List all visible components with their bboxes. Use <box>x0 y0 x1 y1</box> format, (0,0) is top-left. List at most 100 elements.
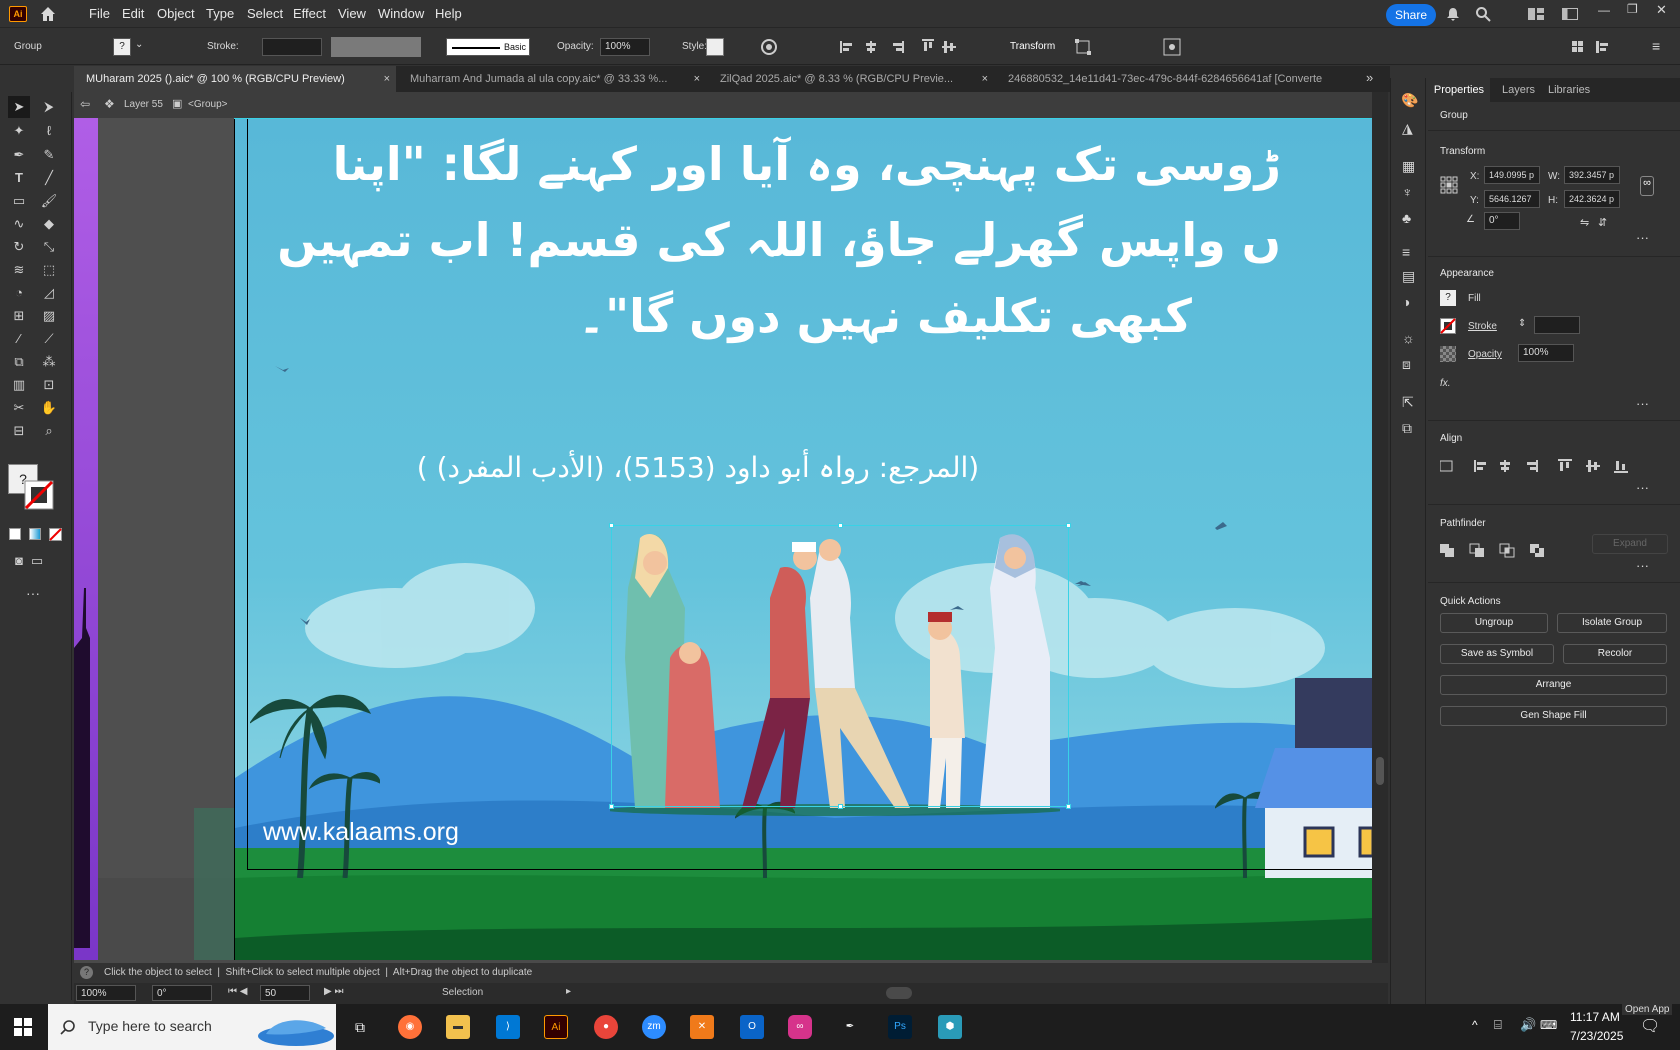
swatches-icon[interactable]: ▦ <box>1402 158 1415 175</box>
bell-icon[interactable] <box>1446 7 1460 21</box>
speaker-icon[interactable]: 🔊 <box>1520 1017 1536 1033</box>
align-icons[interactable] <box>840 39 970 55</box>
fx-button[interactable]: fx. <box>1440 378 1451 389</box>
menu-type[interactable]: Type <box>206 6 234 21</box>
mesh-tool-icon[interactable]: ⊞ <box>8 305 30 327</box>
vscode-icon[interactable]: ⟩ <box>496 1015 520 1039</box>
horizontal-scroll-thumb[interactable] <box>886 987 912 999</box>
free-transform-tool-icon[interactable]: ⬚ <box>38 259 60 281</box>
type-tool-icon[interactable]: T <box>8 167 30 189</box>
symbols-icon[interactable]: ♣ <box>1402 210 1411 226</box>
edit-toolbar-icon[interactable]: ··· <box>22 582 44 604</box>
zoom-field[interactable]: 100% <box>76 985 136 1001</box>
menu-edit[interactable]: Edit <box>122 6 144 21</box>
flip-horizontal-icon[interactable]: ⇋ <box>1580 216 1589 229</box>
eraser-tool-icon[interactable]: ◆ <box>38 213 60 235</box>
creative-cloud-icon[interactable]: ∞ <box>788 1015 812 1039</box>
menu-view[interactable]: View <box>338 6 366 21</box>
stroke-panel-icon[interactable]: ≡ <box>1402 244 1410 260</box>
photoshop-icon[interactable]: Ps <box>888 1015 912 1039</box>
menu-help[interactable]: Help <box>435 6 462 21</box>
brush-definition[interactable]: Basic <box>446 38 530 56</box>
eyedropper-tool-icon[interactable]: ⁄ <box>8 328 30 350</box>
h-field[interactable]: 242.3624 p <box>1564 190 1620 208</box>
stroke-stepper-icon[interactable]: ⇕ <box>1518 318 1526 329</box>
artboards-icon[interactable]: ⧉ <box>1402 420 1412 437</box>
home-icon[interactable] <box>38 4 58 24</box>
shaper-tool-icon[interactable]: ∿ <box>8 213 30 235</box>
pathfinder-icons[interactable] <box>1440 542 1550 558</box>
warp-tool-icon[interactable]: ≋ <box>8 259 30 281</box>
hand-tool-icon[interactable]: ✋ <box>38 397 60 419</box>
lasso-tool-icon[interactable]: ℓ <box>38 120 60 142</box>
clock-time[interactable]: 11:17 AM <box>1570 1010 1620 1024</box>
perspective-grid-tool-icon[interactable]: ◿ <box>38 282 60 304</box>
pen-tool-icon[interactable]: ✒ <box>8 144 30 166</box>
print-tiling-tool-icon[interactable]: ⊟ <box>8 420 30 442</box>
gen-shape-fill-button[interactable]: Gen Shape Fill <box>1440 706 1667 726</box>
selection-bounding-box[interactable] <box>609 523 1071 809</box>
gradient-tool-icon[interactable]: ▨ <box>38 305 60 327</box>
notifications-icon[interactable]: 🗨 <box>1640 1016 1660 1036</box>
outlook-icon[interactable]: O <box>740 1015 764 1039</box>
menu-window[interactable]: Window <box>378 6 424 21</box>
arrange-documents-icon[interactable] <box>1528 8 1544 20</box>
tab-muharram-jumada[interactable]: Muharram And Jumada al ula copy.aic* @ 3… <box>398 66 706 92</box>
tab-properties[interactable]: Properties <box>1428 78 1490 102</box>
align-panel-icons[interactable] <box>1440 458 1630 474</box>
scale-tool-icon[interactable]: ⤡ <box>38 236 60 258</box>
tab-zilqad-2025[interactable]: ZilQad 2025.aic* @ 8.33 % (RGB/CPU Previ… <box>708 66 994 92</box>
rotate-view-field[interactable]: 0° <box>152 985 212 1001</box>
brushes-icon[interactable]: ♆ <box>1402 184 1413 200</box>
symbol-sprayer-tool-icon[interactable]: ⁂ <box>38 351 60 373</box>
keyboard-icon[interactable]: ⌨ <box>1540 1018 1557 1032</box>
search-icon[interactable] <box>1475 6 1491 22</box>
help-icon[interactable]: ? <box>80 966 93 979</box>
slice-tool-icon[interactable]: ✂ <box>8 397 30 419</box>
color-mode-icon[interactable] <box>9 528 21 540</box>
back-arrow-icon[interactable]: ⇦ <box>80 97 90 111</box>
zoom-app-icon[interactable]: zm <box>642 1015 666 1039</box>
vertical-scroll-thumb[interactable] <box>1376 757 1384 785</box>
appearance-stroke-weight[interactable] <box>1534 316 1580 334</box>
line-tool-icon[interactable]: ╱ <box>38 167 60 189</box>
tab-converted-file[interactable]: 246880532_14e11d41-73ec-479c-844f-628465… <box>996 66 1340 92</box>
stroke-color-box-none-icon[interactable] <box>24 480 54 510</box>
isolate-group-button[interactable]: Isolate Group <box>1557 613 1667 633</box>
pen-app-icon[interactable]: ✒ <box>838 1015 862 1039</box>
breadcrumb-group[interactable]: <Group> <box>188 99 227 110</box>
transform-bounding-icon[interactable] <box>1074 38 1092 56</box>
graphic-styles-icon[interactable]: ⧈ <box>1402 356 1411 373</box>
menu-effect[interactable]: Effect <box>293 6 326 21</box>
arrange-button[interactable]: Arrange <box>1440 675 1667 695</box>
menu-file[interactable]: File <box>89 6 110 21</box>
workspace-icon[interactable] <box>1562 8 1578 20</box>
angle-field[interactable]: 0° <box>1484 212 1520 230</box>
transform-more-icon[interactable]: ··· <box>1636 230 1649 245</box>
opacity-link[interactable]: Opacity <box>1468 349 1502 360</box>
pathfinder-more-icon[interactable]: ··· <box>1636 558 1649 573</box>
curvature-tool-icon[interactable]: ✎ <box>38 144 60 166</box>
constrain-proportions-icon[interactable]: ∞ <box>1640 176 1654 196</box>
appearance-more-icon[interactable]: ··· <box>1636 396 1649 411</box>
minimize-button[interactable]: — <box>1598 3 1610 17</box>
recolor-artwork-icon[interactable] <box>760 38 778 56</box>
gradient-panel-icon[interactable]: ▤ <box>1402 268 1415 285</box>
paintbrush-tool-icon[interactable]: 🖌 <box>38 190 60 212</box>
w-field[interactable]: 392.3457 p <box>1564 166 1620 184</box>
export-icon[interactable]: ⇱ <box>1402 394 1414 411</box>
first-artboard-icon[interactable]: ⏮ ◀ <box>228 986 247 997</box>
recolor-button[interactable]: Recolor <box>1563 644 1667 664</box>
close-button[interactable]: ✕ <box>1656 2 1667 18</box>
style-swatch[interactable] <box>706 38 724 56</box>
gradient-mode-icon[interactable] <box>29 528 41 540</box>
direct-selection-tool-icon[interactable]: ⮞ <box>38 96 60 118</box>
transform-link[interactable]: Transform <box>1010 41 1055 52</box>
taskbar-search-box[interactable]: Type here to search <box>48 1004 336 1050</box>
fill-swatch[interactable]: ? <box>113 38 131 56</box>
opacity-field[interactable]: 100% <box>600 38 650 56</box>
align-more-icon[interactable]: ··· <box>1636 480 1649 495</box>
selection-tool-icon[interactable]: ➤ <box>8 96 30 118</box>
screen-mode-icon[interactable]: ▭ <box>26 550 48 572</box>
rectangle-tool-icon[interactable]: ▭ <box>8 190 30 212</box>
